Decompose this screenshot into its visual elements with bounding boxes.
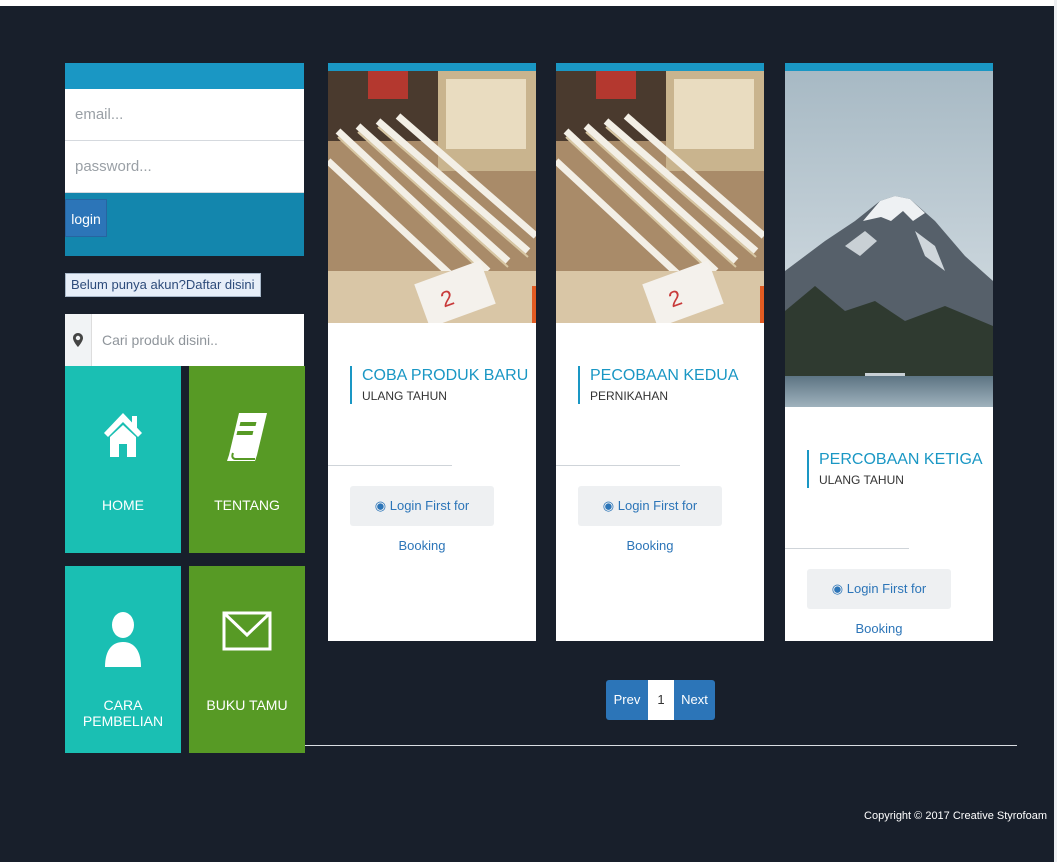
card-title[interactable]: PECOBAAN KEDUA [590, 366, 738, 386]
card-title[interactable]: COBA PRODUK BARU [362, 366, 528, 386]
card-title-block: PERCOBAAN KETIGA ULANG TAHUN [807, 450, 983, 488]
home-icon [65, 411, 181, 471]
map-marker-icon [65, 314, 92, 366]
user-icon [65, 611, 181, 671]
rulers-photo: 2 [328, 71, 536, 323]
envelope-icon [189, 611, 305, 671]
tile-label: TENTANG [214, 497, 280, 513]
pagination: Prev 1 Next [606, 680, 715, 720]
booking-button-label: Login First for Booking [617, 498, 698, 553]
card-divider [328, 465, 452, 466]
footer-divider [305, 745, 1017, 746]
next-page-button[interactable]: Next [674, 680, 715, 720]
card-subtitle: ULANG TAHUN [819, 473, 904, 487]
password-field[interactable] [65, 141, 304, 193]
tile-home[interactable]: HOME [65, 366, 181, 553]
rulers-photo: 2 [556, 71, 764, 323]
card-title[interactable]: PERCOBAAN KETIGA [819, 450, 983, 470]
register-button[interactable]: Belum punya akun?Daftar disini [65, 273, 261, 297]
eye-icon: ◉ [831, 581, 844, 596]
tile-cara-pembelian[interactable]: CARA PEMBELIAN [65, 566, 181, 753]
card-divider [556, 465, 680, 466]
eye-icon: ◉ [374, 498, 387, 513]
card-title-block: COBA PRODUK BARU ULANG TAHUN [350, 366, 528, 404]
card-divider [785, 548, 909, 549]
page-1-button[interactable]: 1 [648, 680, 674, 720]
mountain-photo [785, 71, 993, 407]
prev-page-button[interactable]: Prev [606, 680, 648, 720]
email-field[interactable] [65, 89, 304, 141]
card-subtitle: PERNIKAHAN [590, 389, 669, 403]
login-panel-header [65, 63, 304, 89]
eye-icon: ◉ [602, 498, 615, 513]
card-accent [785, 63, 993, 71]
card-subtitle: ULANG TAHUN [362, 389, 447, 403]
tile-tentang[interactable]: TENTANG [189, 366, 305, 553]
booking-button-label: Login First for Booking [846, 581, 927, 636]
tile-label: BUKU TAMU [206, 697, 288, 713]
product-card: PERCOBAAN KETIGA ULANG TAHUN ◉ Login Fir… [785, 63, 993, 641]
book-icon [189, 411, 305, 471]
card-title-block: PECOBAAN KEDUA PERNIKAHAN [578, 366, 738, 404]
login-button[interactable]: login [65, 199, 107, 237]
booking-button-label: Login First for Booking [389, 498, 470, 553]
booking-button[interactable]: ◉ Login First for Booking [807, 569, 951, 636]
tile-label: CARA PEMBELIAN [82, 697, 164, 729]
product-card: 2 COBA PRODUK BARU ULANG TAHUN ◉ Login F… [328, 63, 536, 641]
card-accent [556, 63, 764, 71]
tile-buku-tamu[interactable]: BUKU TAMU [189, 566, 305, 753]
login-panel: login [65, 63, 304, 256]
booking-button[interactable]: ◉ Login First for Booking [350, 486, 494, 553]
search-box [65, 314, 304, 366]
card-accent [328, 63, 536, 71]
tile-label: HOME [102, 497, 144, 513]
copyright-text: Copyright © 2017 Creative Styrofoam [864, 810, 1047, 822]
product-card: 2 PECOBAAN KEDUA PERNIKAHAN ◉ Login Firs… [556, 63, 764, 641]
booking-button[interactable]: ◉ Login First for Booking [578, 486, 722, 553]
top-edge [0, 0, 1057, 6]
search-input[interactable] [92, 314, 304, 366]
